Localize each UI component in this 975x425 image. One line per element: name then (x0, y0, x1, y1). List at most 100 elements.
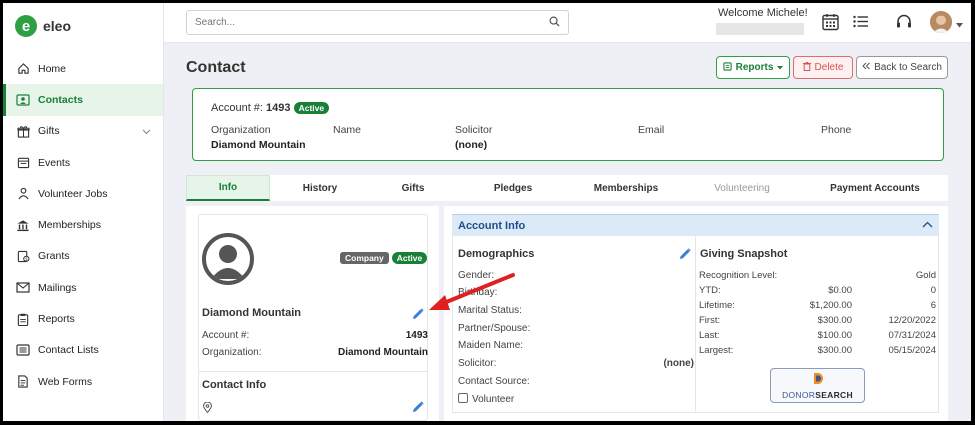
profile-account-value: 1493 (405, 330, 428, 341)
chevron-down-icon[interactable] (142, 126, 151, 138)
chevron-up-icon[interactable] (922, 219, 933, 231)
volunteer-checkbox[interactable] (458, 393, 468, 403)
sidebar-nav: Home Contacts Gifts Events Volunteer Job… (3, 53, 163, 397)
organization-label: Organization (211, 124, 271, 136)
app-window: e eleo Home Contacts Gifts Events Volunt… (3, 3, 971, 421)
building-icon (16, 218, 30, 232)
sidebar-item-label: Grants (38, 250, 70, 263)
giving-label: YTD: (699, 285, 721, 296)
summary-account: Account #: 1493 Active (211, 102, 330, 114)
sidebar-item-volunteer-jobs[interactable]: Volunteer Jobs (3, 178, 163, 209)
reports-button[interactable]: Reports (716, 56, 790, 79)
user-avatar[interactable] (930, 11, 952, 33)
account-info-header[interactable]: Account Info (452, 214, 939, 236)
logo-mark: e (15, 15, 37, 37)
account-info-title: Account Info (458, 219, 526, 232)
tab-memberships[interactable]: Memberships (570, 175, 682, 201)
search-input[interactable] (195, 17, 549, 28)
donorsearch-button[interactable]: DONORSEARCH (770, 368, 865, 403)
tab-payment-accounts[interactable]: Payment Accounts (802, 175, 948, 201)
caret-down-icon[interactable] (956, 19, 963, 31)
headset-icon[interactable] (896, 14, 912, 33)
phone-label: Phone (821, 124, 852, 136)
back-button-label: Back to Search (874, 62, 942, 73)
tab-gifts[interactable]: Gifts (370, 175, 456, 201)
status-badge: Active (391, 252, 428, 264)
search-icon[interactable] (549, 16, 560, 30)
document-icon (16, 375, 30, 389)
solicitor-label: Solicitor: (458, 358, 497, 369)
sidebar-item-label: Web Forms (38, 375, 93, 388)
grant-icon: $ (16, 249, 30, 263)
profile-card: Company Active Diamond Mountain Account … (198, 214, 428, 421)
back-to-search-button[interactable]: Back to Search (856, 56, 948, 79)
search-box (186, 10, 569, 35)
sidebar-item-grants[interactable]: $ Grants (3, 241, 163, 272)
contact-card-icon (16, 93, 30, 107)
tab-info[interactable]: Info (186, 175, 270, 201)
delete-button[interactable]: Delete (793, 56, 853, 79)
donorsearch-logo-icon (813, 372, 823, 388)
giving-extra: 12/20/2022 (888, 315, 936, 326)
recognition-label: Recognition Level: (699, 270, 778, 281)
contact-summary: Account #: 1493 Active Organization Diam… (192, 88, 944, 161)
giving-amount: $300.00 (817, 345, 852, 356)
giving-snapshot-title: Giving Snapshot (700, 248, 788, 260)
sidebar-item-mailings[interactable]: Mailings (3, 272, 163, 303)
contact-source-label: Contact Source: (458, 376, 530, 387)
profile-organization-value: Diamond Mountain (338, 347, 428, 358)
sidebar-item-contacts[interactable]: Contacts (3, 84, 163, 116)
sidebar-item-contact-lists[interactable]: Contact Lists (3, 335, 163, 366)
profile-organization-row: Organization: Diamond Mountain (202, 347, 428, 358)
sidebar-item-reports[interactable]: Reports (3, 303, 163, 334)
solicitor-value: (none) (663, 358, 694, 369)
edit-pencil-icon[interactable] (679, 248, 691, 263)
home-icon (16, 62, 30, 76)
tab-history[interactable]: History (270, 175, 370, 201)
sidebar-item-label: Contact Lists (38, 344, 99, 357)
organization-value: Diamond Mountain (211, 139, 306, 151)
sidebar-item-label: Home (38, 62, 67, 75)
giving-extra: 07/31/2024 (888, 330, 936, 341)
profile-organization-label: Organization: (202, 347, 262, 358)
sidebar-item-events[interactable]: Events (3, 147, 163, 178)
calendar-icon[interactable] (822, 13, 839, 34)
demographics-title: Demographics (458, 248, 535, 260)
gift-icon (16, 124, 30, 138)
app-logo[interactable]: e eleo (15, 15, 71, 37)
report-doc-icon (722, 61, 732, 74)
contact-info-title: Contact Info (202, 379, 267, 391)
donorsearch-label: DONORSEARCH (782, 389, 853, 400)
sidebar-item-web-forms[interactable]: Web Forms (3, 366, 163, 397)
contact-tabs: Info History Gifts Pledges Memberships V… (186, 175, 948, 201)
tab-pledges[interactable]: Pledges (456, 175, 570, 201)
volunteer-row: Volunteer (458, 393, 694, 405)
tab-volunteering[interactable]: Volunteering (682, 175, 802, 201)
sidebar-item-gifts[interactable]: Gifts (3, 116, 163, 147)
welcome-text: Welcome Michele! (718, 7, 808, 19)
solicitor-value: (none) (455, 139, 488, 151)
logo-text: eleo (43, 18, 72, 34)
annotation-arrow-icon (429, 273, 515, 310)
sidebar-item-label: Contacts (38, 93, 83, 106)
sidebar-item-home[interactable]: Home (3, 53, 163, 84)
sidebar-item-label: Gifts (38, 125, 60, 138)
maiden-name-label: Maiden Name: (458, 340, 524, 351)
giving-amount: $1,200.00 (809, 300, 852, 311)
contact-source-row: Contact Source: (458, 376, 694, 387)
profile-account-row: Account #: 1493 (202, 330, 428, 341)
sidebar-item-memberships[interactable]: Memberships (3, 209, 163, 240)
edit-pencil-icon[interactable] (412, 401, 424, 416)
clipboard-icon (16, 312, 30, 326)
partner-label: Partner/Spouse: (458, 323, 531, 334)
trash-icon (802, 61, 811, 74)
sidebar-item-label: Memberships (38, 219, 102, 232)
maiden-name-row: Maiden Name: (458, 340, 694, 351)
sidebar-item-label: Mailings (38, 281, 77, 294)
recognition-value: Gold (915, 270, 936, 281)
sidebar-item-label: Volunteer Jobs (38, 187, 108, 200)
profile-account-label: Account #: (202, 330, 250, 341)
partner-row: Partner/Spouse: (458, 323, 694, 334)
list-view-icon[interactable] (853, 15, 869, 31)
giving-amount: $300.00 (817, 315, 852, 326)
